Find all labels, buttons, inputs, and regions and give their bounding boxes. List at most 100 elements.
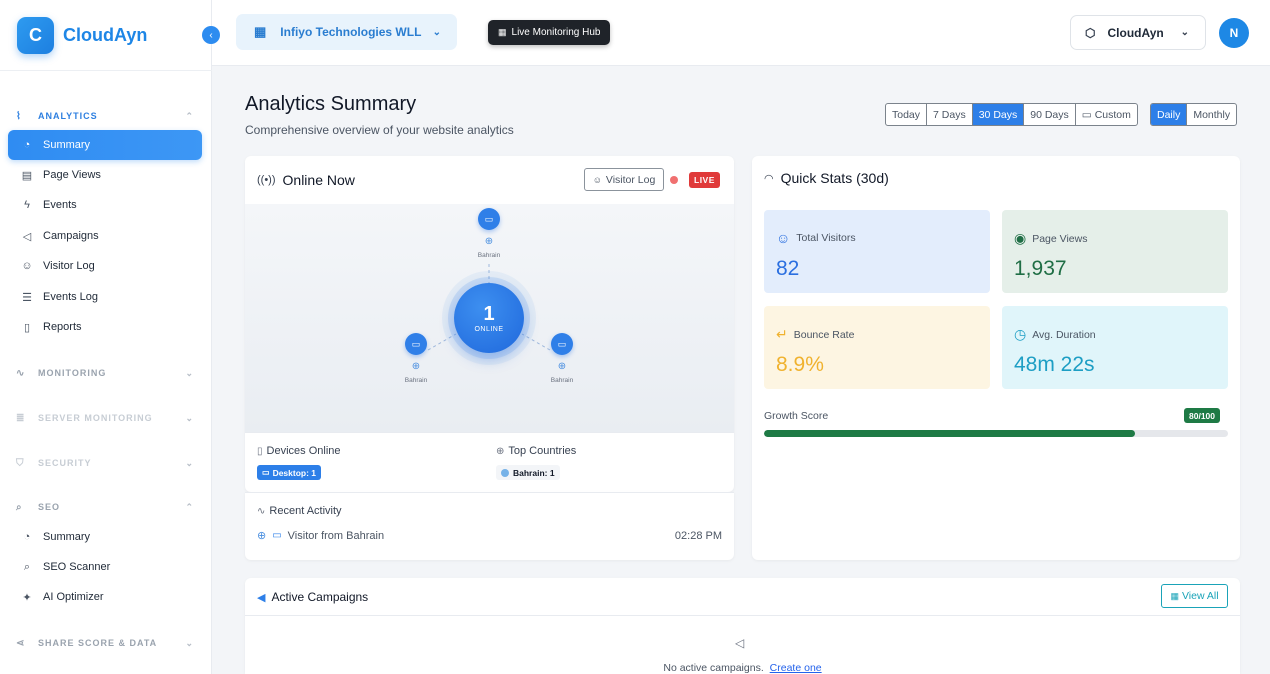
sidebar-divider — [0, 70, 212, 71]
growth-score-fill — [764, 430, 1136, 437]
megaphone-icon: ◁ — [22, 230, 32, 243]
sparkle-icon: ✦ — [22, 591, 32, 604]
list-icon: ☰ — [22, 291, 32, 304]
sidebar-item-ai-optimizer[interactable]: ✦ AI Optimizer — [8, 582, 202, 612]
online-now-title: ((•)) Online Now — [257, 172, 355, 188]
box-icon: ⬡ — [1085, 25, 1096, 40]
sidebar-item-visitor-log[interactable]: ☺ Visitor Log — [8, 251, 202, 281]
quick-stats-label: Quick Stats (30d) — [780, 170, 889, 186]
pulse-icon: ∿ — [16, 367, 26, 379]
create-campaign-link[interactable]: Create one — [770, 662, 822, 674]
sidebar-item-seo-scanner[interactable]: ⌕ SEO Scanner — [8, 552, 202, 582]
sidebar-item-reports[interactable]: ▯ Reports — [8, 312, 202, 342]
sidebar-item-events[interactable]: ϟ Events — [8, 190, 202, 220]
globe-icon: ⊕ — [557, 361, 567, 372]
sidebar-item-events-log[interactable]: ☰ Events Log — [8, 282, 202, 312]
section-security[interactable]: ⛉ SECURITY ⌄ — [16, 455, 194, 471]
sidebar-item-page-views[interactable]: ▤ Page Views — [8, 160, 202, 190]
node-location: Bahrain — [550, 377, 574, 384]
sidebar-item-label: Reports — [43, 321, 82, 333]
section-seo[interactable]: ⌕ SEO ⌃ — [16, 499, 194, 515]
page-subtitle: Comprehensive overview of your website a… — [245, 123, 514, 137]
stat-label: ◉ Page Views — [1014, 230, 1087, 247]
globe-icon: ⊕ — [411, 361, 421, 372]
range-7-days[interactable]: 7 Days — [927, 104, 973, 125]
brand[interactable]: C CloudAyn — [17, 17, 147, 54]
stat-label: ◷ Avg. Duration — [1014, 326, 1096, 343]
granularity-group: Daily Monthly — [1150, 103, 1238, 126]
range-90-days[interactable]: 90 Days — [1024, 104, 1076, 125]
bolt-icon: ϟ — [24, 199, 30, 211]
section-label: ANALYTICS — [38, 111, 98, 121]
range-custom[interactable]: ▭ Custom — [1076, 104, 1137, 125]
range-custom-label: Custom — [1094, 108, 1131, 121]
date-range-group: Today 7 Days 30 Days 90 Days ▭ Custom — [885, 103, 1138, 126]
chevron-down-icon: ⌄ — [432, 26, 441, 38]
online-count-hub: 1 ONLINE — [454, 283, 524, 353]
globe-icon: ⊕ — [257, 530, 267, 542]
range-today[interactable]: Today — [886, 104, 928, 125]
list-item[interactable]: ⊕ ▭ Visitor from Bahrain 02:28 PM — [257, 529, 722, 543]
sidebar-item-label: Page Views — [43, 169, 101, 181]
section-label: SHARE SCORE & DATA — [38, 638, 158, 648]
stat-bounce-rate: ↵ Bounce Rate 8.9% — [764, 306, 990, 389]
live-monitoring-hub-button[interactable]: ▦ Live Monitoring Hub — [488, 20, 611, 45]
activity-text: Visitor from Bahrain — [287, 529, 385, 542]
pulse-icon: ∿ — [257, 505, 266, 517]
view-all-button[interactable]: ▦ View All — [1161, 584, 1228, 608]
sidebar-item-campaigns[interactable]: ◁ Campaigns — [8, 221, 202, 251]
activity-time: 02:28 PM — [674, 529, 722, 542]
organization-selector[interactable]: ▦ Infiyo Technologies WLL ⌄ — [236, 14, 457, 50]
chevron-down-icon: ⌄ — [185, 412, 194, 423]
report-icon: ▯ — [23, 321, 31, 334]
stat-label: ↵ Bounce Rate — [776, 326, 854, 343]
sidebar-collapse-button[interactable]: ‹ — [202, 26, 220, 44]
file-icon: ▤ — [21, 169, 33, 182]
chevron-up-icon: ⌃ — [185, 501, 194, 512]
desktop-icon: ▭ — [262, 468, 270, 477]
sidebar-item-summary[interactable]: ◔ Summary — [8, 130, 202, 160]
section-server-monitoring[interactable]: ≣ SERVER MONITORING ⌄ — [16, 410, 194, 426]
users-icon: ☺ — [776, 230, 791, 246]
broadcast-icon: ((•)) — [257, 174, 276, 186]
total-visitors-value: 82 — [776, 257, 800, 280]
range-30-days[interactable]: 30 Days — [972, 104, 1025, 125]
return-arrow-icon: ↵ — [776, 326, 788, 342]
section-monitoring[interactable]: ∿ MONITORING ⌄ — [16, 365, 194, 381]
sidebar-item-seo-summary[interactable]: ◔ Summary — [8, 522, 202, 552]
section-label: MONITORING — [38, 368, 107, 378]
clock-icon: ◷ — [1014, 326, 1027, 342]
chevron-down-icon: ⌄ — [185, 367, 194, 378]
section-share-score[interactable]: ⋖ SHARE SCORE & DATA ⌄ — [16, 635, 194, 651]
sidebar-item-label: Summary — [43, 139, 91, 151]
desktop-icon[interactable]: ▭ — [405, 333, 427, 355]
shield-icon: ⛉ — [16, 457, 25, 469]
quick-stats-title: ◠ Quick Stats (30d) — [764, 170, 889, 186]
empty-text: No active campaigns. — [663, 662, 764, 674]
sidebar-item-label: Events — [43, 199, 77, 211]
desktop-icon[interactable]: ▭ — [478, 208, 500, 230]
stat-avg-duration: ◷ Avg. Duration 48m 22s — [1002, 306, 1228, 389]
chart-line-icon: ⌇ — [16, 110, 22, 122]
live-indicator-dot — [670, 176, 678, 184]
page-views-value: 1,937 — [1014, 257, 1067, 280]
device-icon: ▯ — [257, 445, 263, 457]
top-countries-label: Top Countries — [508, 445, 577, 457]
visitor-log-button[interactable]: ☺ Visitor Log — [584, 168, 664, 191]
calendar-icon: ▭ — [1081, 108, 1092, 121]
avg-duration-label: Avg. Duration — [1032, 328, 1096, 341]
avatar[interactable]: N — [1219, 18, 1249, 48]
stat-page-views: ◉ Page Views 1,937 — [1002, 210, 1228, 293]
campaigns-title-label: Active Campaigns — [271, 590, 369, 604]
online-now-card: ((•)) Online Now ☺ Visitor Log LIVE 1 ON… — [245, 156, 734, 492]
top-countries-heading: ⊕ Top Countries — [496, 445, 576, 457]
growth-score-badge: 80/100 — [1184, 408, 1220, 423]
section-analytics[interactable]: ⌇ ANALYTICS ⌃ — [16, 108, 194, 124]
granularity-daily[interactable]: Daily — [1151, 104, 1188, 125]
page-title: Analytics Summary — [245, 93, 417, 115]
desktop-icon[interactable]: ▭ — [551, 333, 573, 355]
account-selector[interactable]: ⬡ CloudAyn ⌄ — [1070, 15, 1206, 50]
link-right — [521, 333, 551, 351]
sidebar-item-label: Campaigns — [43, 230, 99, 242]
granularity-monthly[interactable]: Monthly — [1187, 104, 1236, 125]
